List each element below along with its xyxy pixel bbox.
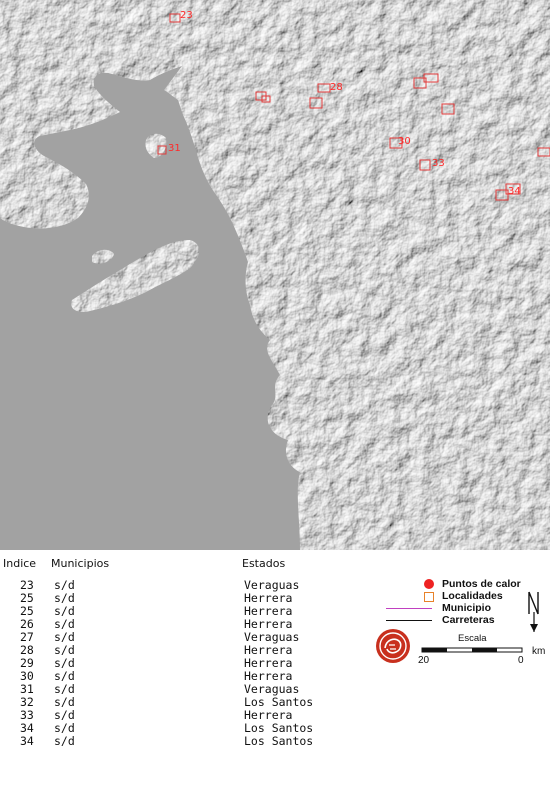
point-label: 31 <box>168 143 181 154</box>
scale-unit-label: km <box>532 646 546 657</box>
table-row: 34 s/d Los Santos <box>0 735 360 748</box>
legend-hotspots: Puntos de calor <box>442 578 521 590</box>
institution-seal-logo <box>376 629 410 663</box>
cell-indice: 34 <box>20 734 34 748</box>
point-label: 34 <box>508 186 521 197</box>
road-line-icon <box>386 620 432 621</box>
cell-municipio: s/d <box>54 734 75 748</box>
hotspot-dot-icon <box>424 579 434 589</box>
point-label: 28 <box>330 82 343 93</box>
north-arrow-icon <box>528 591 539 632</box>
municipality-line-icon <box>386 608 432 609</box>
cell-estado: Los Santos <box>244 734 314 748</box>
legend-localities: Localidades <box>442 590 503 602</box>
header-municipios: Municipios <box>51 557 110 570</box>
header-indice: Indice <box>3 557 37 570</box>
scale-right-label: 0 <box>518 655 524 666</box>
hotspot-table: 23 s/d Veraguas 25 s/d Herrera 25 s/d Herrera … <box>0 579 360 748</box>
header-estados: Estados <box>242 557 286 570</box>
point-label: 30 <box>398 136 411 147</box>
point-label: 33 <box>432 158 445 169</box>
legend-municipality: Municipio <box>442 602 491 614</box>
legend-roads: Carreteras <box>442 614 495 626</box>
scale-bar <box>421 647 523 653</box>
locality-square-icon <box>424 592 434 602</box>
point-label: 23 <box>180 10 193 21</box>
scale-title: Escala <box>458 633 487 644</box>
shaded-relief-map: 23 28 31 30 33 34 <box>0 0 550 550</box>
scale-left-label: 20 <box>418 655 430 666</box>
